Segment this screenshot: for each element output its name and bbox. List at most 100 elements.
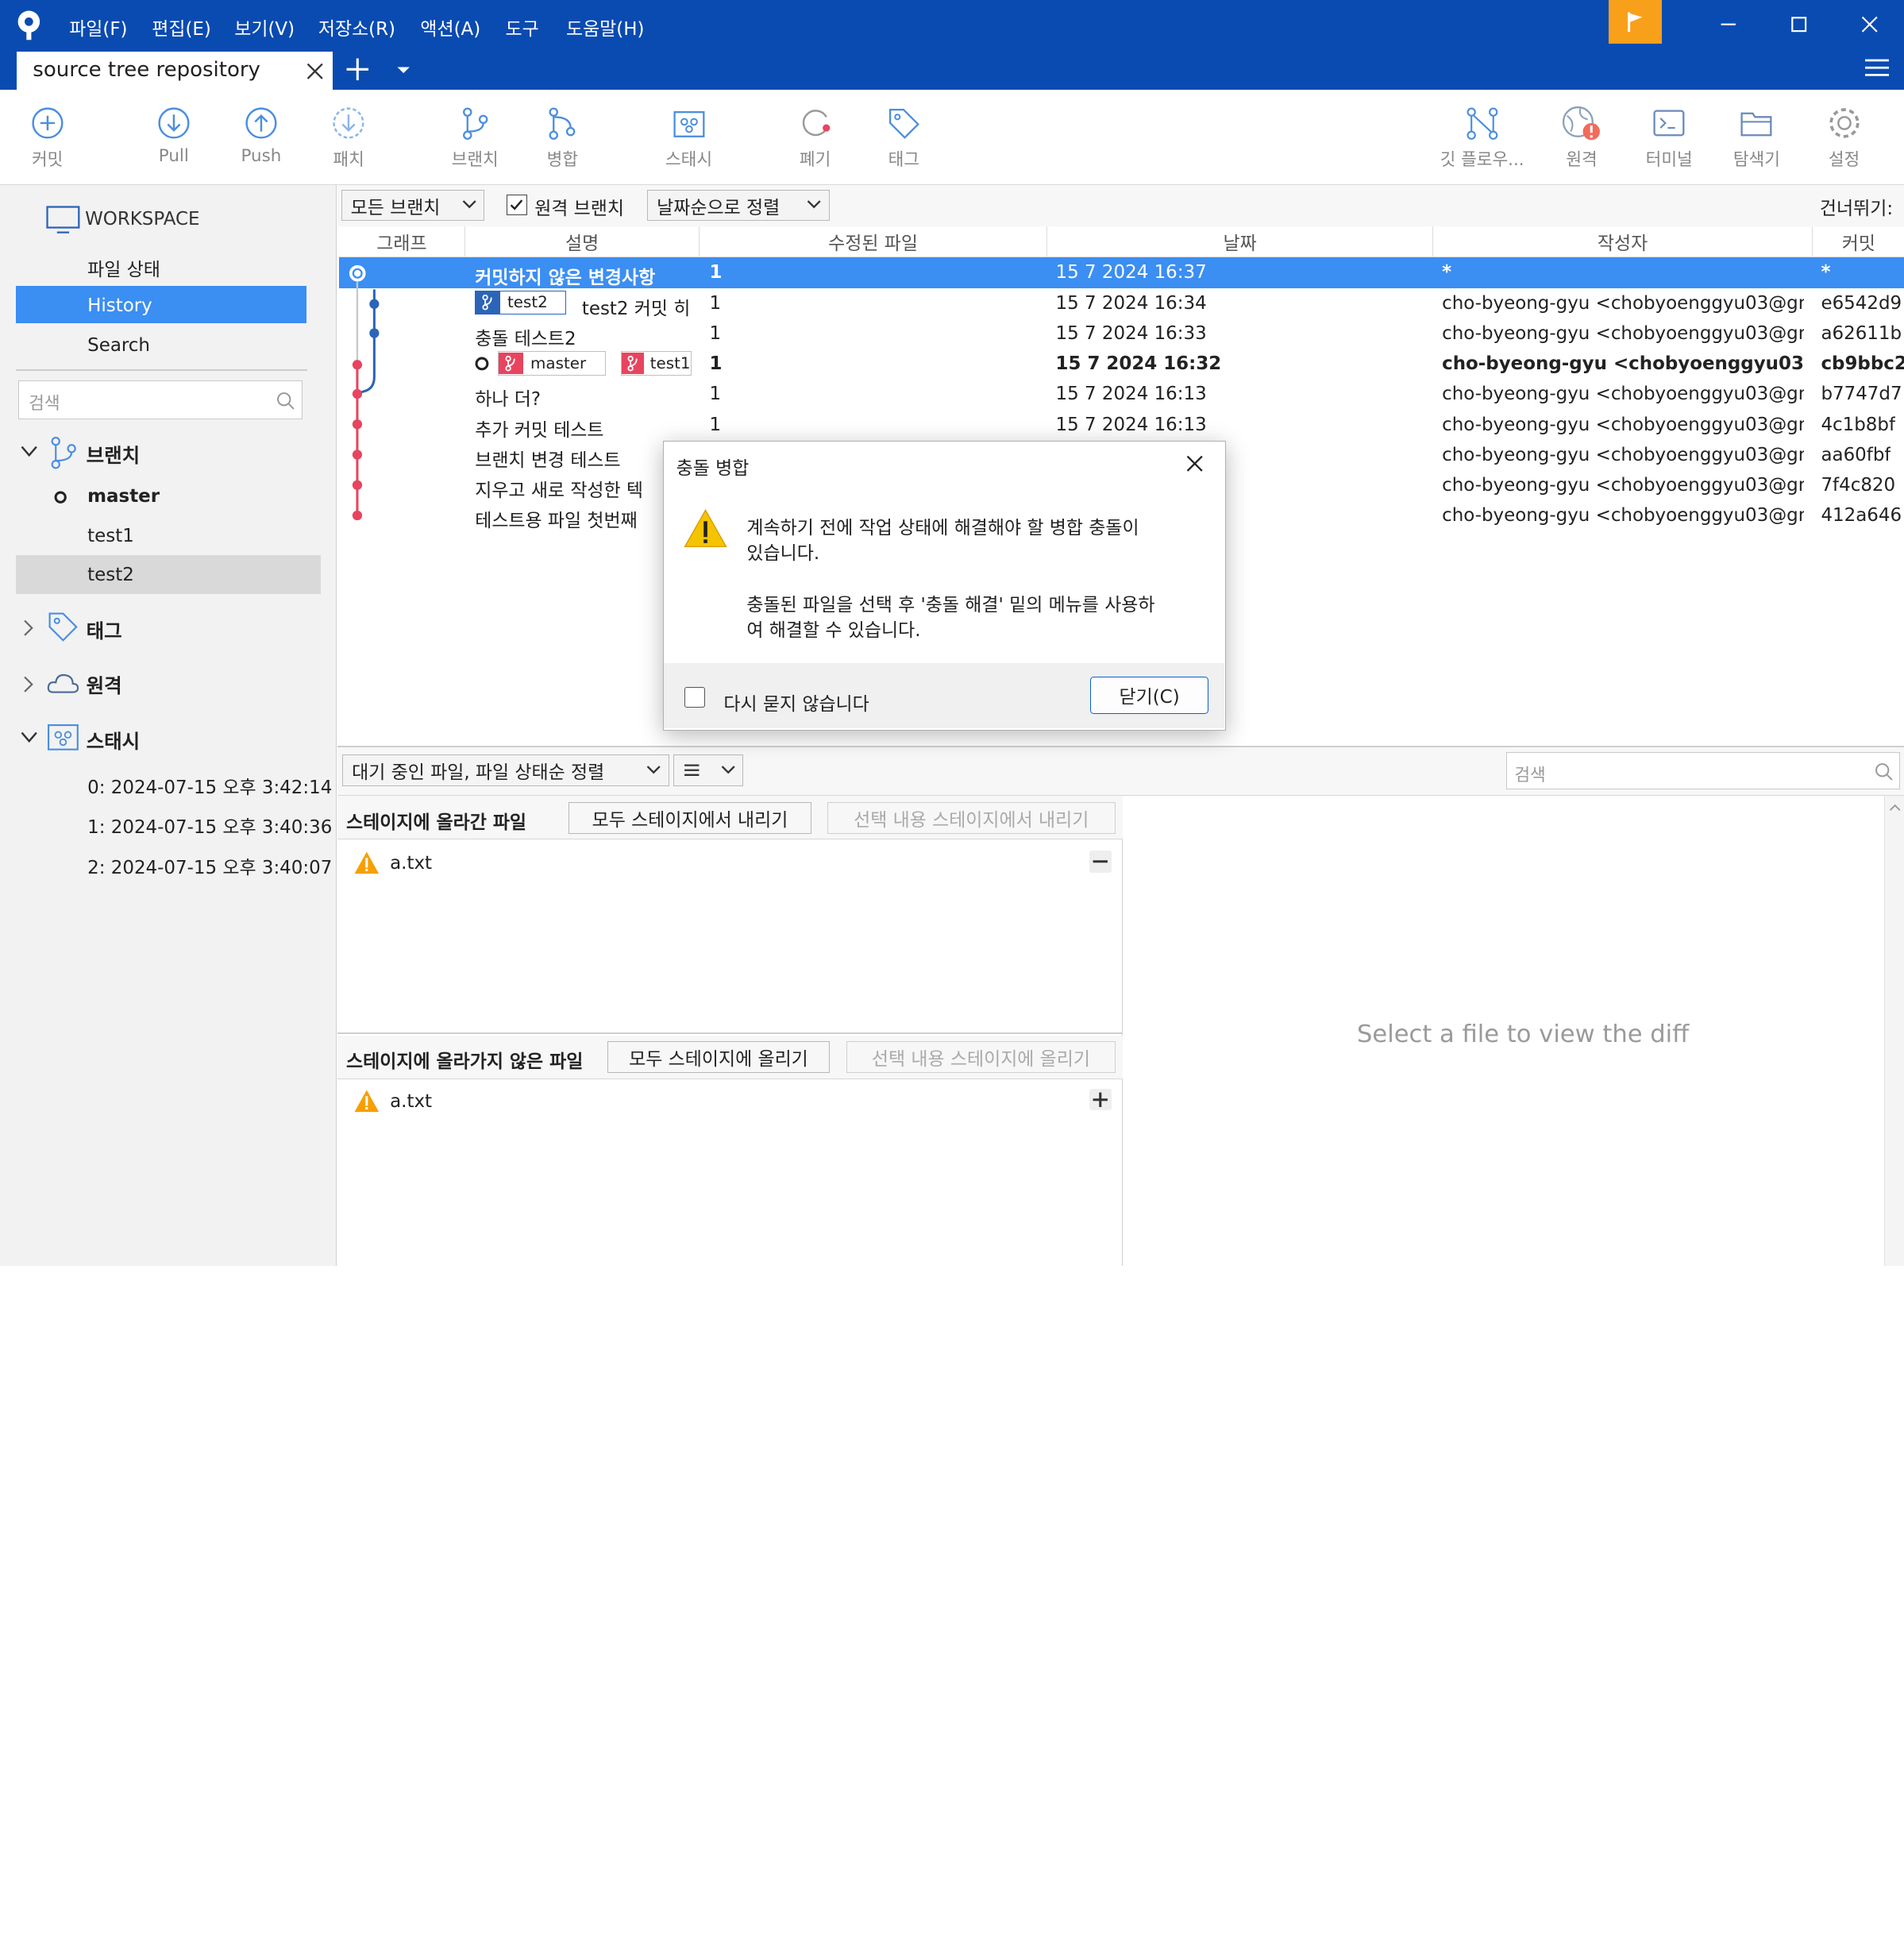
chevron-down-icon: [462, 200, 476, 209]
commit-date: 15 7 2024 16:13: [1055, 414, 1207, 435]
head-marker-icon: [475, 357, 489, 371]
col-commit[interactable]: 커밋: [1813, 226, 1904, 258]
menu-file[interactable]: 파일(F): [69, 14, 127, 41]
tags-header[interactable]: 태그: [87, 616, 122, 644]
new-tab-icon[interactable]: [345, 57, 370, 82]
all-branches-dropdown[interactable]: 모든 브랜치: [341, 189, 485, 222]
col-description[interactable]: 설명: [465, 226, 700, 258]
nav-search[interactable]: Search: [87, 335, 150, 356]
menu-actions[interactable]: 액션(A): [420, 14, 480, 41]
stash-item[interactable]: 2: 2024-07-15 오후 3:40:07: [87, 852, 332, 879]
remotes-chevron-right-icon[interactable]: [22, 676, 34, 693]
push-button[interactable]: Push: [218, 90, 305, 184]
stage-all-button[interactable]: 모두 스테이지에 올리기: [607, 1041, 830, 1073]
unstage-selected-button[interactable]: 선택 내용 스테이지에서 내리기: [827, 801, 1116, 834]
stage-file-button[interactable]: [1089, 1088, 1112, 1111]
warning-icon: [354, 851, 380, 874]
staged-file-row[interactable]: a.txt: [337, 849, 1122, 878]
sidebar-search-input[interactable]: 검색: [17, 380, 303, 419]
unstaged-file-row[interactable]: a.txt: [337, 1087, 1122, 1117]
branch-icon: [476, 291, 500, 314]
commit-row[interactable]: 충돌 테스트2 1 15 7 2024 16:33 cho-byeong-gyu…: [339, 318, 1904, 349]
search-icon: [1875, 762, 1893, 781]
col-modified-files[interactable]: 수정된 파일: [700, 226, 1047, 258]
col-graph[interactable]: 그래프: [339, 226, 465, 258]
branch-tag-label: test2: [507, 293, 548, 312]
branch-tag-test2: test2: [475, 290, 566, 315]
commit-date: 15 7 2024 16:13: [1055, 384, 1207, 405]
stage-selected-button[interactable]: 선택 내용 스테이지에 올리기: [846, 1041, 1116, 1073]
dialog-message-line: 여 해결할 수 있습니다.: [746, 619, 921, 641]
maximize-button[interactable]: [1764, 0, 1835, 48]
staged-file-name: a.txt: [390, 853, 433, 874]
stash-item[interactable]: 0: 2024-07-15 오후 3:42:14: [87, 772, 332, 799]
tag-icon: [48, 612, 78, 642]
sort-dropdown[interactable]: 날짜순으로 정렬: [647, 189, 830, 222]
merge-button[interactable]: 병합: [518, 90, 606, 184]
diff-scrollbar[interactable]: [1884, 796, 1904, 1267]
staging-divider[interactable]: [337, 1032, 1123, 1034]
commit-row[interactable]: 추가 커밋 테스트 1 15 7 2024 16:13 cho-byeong-g…: [339, 410, 1904, 441]
file-search-input[interactable]: 검색: [1506, 752, 1900, 790]
gitflow-button[interactable]: 깃 플로우...: [1431, 90, 1533, 184]
remotes-header[interactable]: 원격: [87, 671, 122, 699]
pull-icon: [158, 106, 190, 139]
branch-item-test2[interactable]: test2: [15, 555, 321, 595]
settings-button[interactable]: 설정: [1800, 90, 1887, 184]
hamburger-menu-icon[interactable]: [1864, 58, 1890, 77]
patch-button[interactable]: 패치: [305, 90, 392, 184]
commit-files: 1: [709, 353, 723, 375]
all-branches-label: 모든 브랜치: [350, 197, 441, 218]
close-window-button[interactable]: [1834, 0, 1904, 48]
dialog-close-icon[interactable]: [1186, 455, 1203, 472]
scroll-up-icon: [1889, 805, 1901, 812]
close-tab-icon[interactable]: [306, 63, 323, 79]
nav-history[interactable]: History: [15, 285, 306, 323]
commit-button[interactable]: 커밋: [4, 90, 91, 184]
stashes-header[interactable]: 스태시: [87, 727, 141, 754]
commit-row[interactable]: 하나 더? 1 15 7 2024 16:13 cho-byeong-gyu <…: [339, 379, 1904, 410]
commit-hash: cb9bbc2: [1821, 353, 1904, 375]
branch-button[interactable]: 브랜치: [431, 90, 518, 184]
menu-edit[interactable]: 편집(E): [152, 14, 211, 41]
pending-sort-dropdown[interactable]: 대기 중인 파일, 파일 상태순 정렬: [342, 754, 669, 786]
menu-repository[interactable]: 저장소(R): [318, 14, 395, 41]
branch-item-test1[interactable]: test1: [87, 526, 134, 546]
col-date[interactable]: 날짜: [1047, 226, 1434, 258]
current-branch-icon: [54, 491, 67, 504]
unstage-file-button[interactable]: [1089, 850, 1112, 873]
view-mode-dropdown[interactable]: [673, 754, 744, 786]
tag-button[interactable]: 태그: [860, 90, 947, 184]
branch-item-master[interactable]: master: [87, 486, 160, 507]
stash-label: 스태시: [665, 149, 713, 170]
dont-ask-checkbox[interactable]: [684, 687, 706, 708]
menu-help[interactable]: 도움말(H): [566, 14, 644, 41]
repo-tab[interactable]: source tree repository: [17, 48, 333, 91]
commit-row[interactable]: 커밋하지 않은 변경사항 1 15 7 2024 16:37 * *: [338, 257, 1904, 288]
branches-chevron-down-icon[interactable]: [21, 446, 37, 457]
branch-tag-master: master: [498, 351, 607, 376]
branches-header[interactable]: 브랜치: [87, 441, 141, 469]
explorer-button[interactable]: 탐색기: [1713, 90, 1800, 184]
pull-button[interactable]: Pull: [130, 90, 218, 184]
terminal-button[interactable]: 터미널: [1625, 90, 1713, 184]
col-author[interactable]: 작성자: [1433, 226, 1813, 258]
stash-item[interactable]: 1: 2024-07-15 오후 3:40:36: [87, 812, 332, 839]
remote-button[interactable]: 원격: [1538, 90, 1625, 184]
main-toolbar: 커밋 Pull Push 패치 브랜치 병합 스태시 폐기 태그 깃 플로우..…: [0, 90, 1904, 185]
remote-branches-checkbox[interactable]: [506, 194, 527, 215]
commit-row[interactable]: master test1 1 15 7 2024 16:32 cho-byeon…: [339, 349, 1904, 379]
menu-view[interactable]: 보기(V): [234, 14, 295, 41]
nav-file-status[interactable]: 파일 상태: [87, 254, 160, 281]
discard-button[interactable]: 폐기: [772, 90, 859, 184]
flag-button[interactable]: [1608, 0, 1663, 44]
tags-chevron-right-icon[interactable]: [22, 619, 34, 636]
tab-list-chevron-icon[interactable]: [396, 66, 410, 75]
stashes-chevron-down-icon[interactable]: [21, 731, 37, 743]
stash-button[interactable]: 스태시: [645, 90, 732, 184]
unstage-all-button[interactable]: 모두 스테이지에서 내리기: [569, 801, 812, 834]
minimize-button[interactable]: [1694, 0, 1764, 48]
dialog-close-button[interactable]: 닫기(C): [1090, 676, 1208, 715]
commit-row[interactable]: test2 test2 커밋 히 1 15 7 2024 16:34 cho-b…: [339, 288, 1904, 319]
menu-tools[interactable]: 도구: [505, 14, 538, 41]
